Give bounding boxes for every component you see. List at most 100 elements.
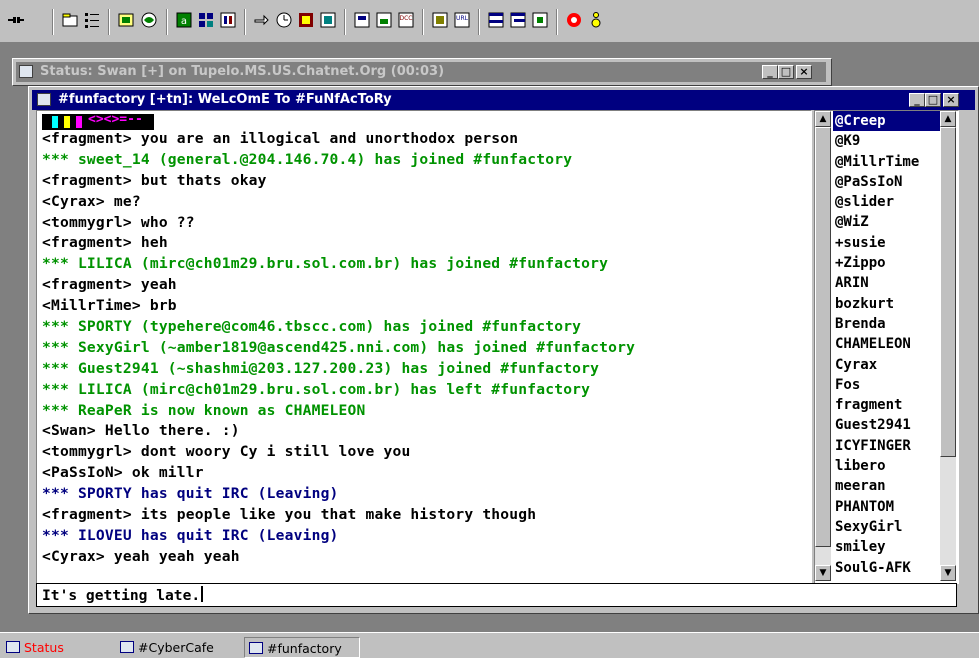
nick-list-item[interactable]: @WiZ	[833, 212, 941, 232]
nick-list-item[interactable]: fragment	[833, 395, 941, 415]
svg-text:a: a	[181, 16, 187, 27]
nick-list-item[interactable]: Cyrax	[833, 355, 941, 375]
topic-banner: <><>=--	[42, 112, 154, 130]
close-button[interactable]: ×	[796, 65, 812, 79]
remote-icon[interactable]	[296, 10, 316, 30]
nick-list-item[interactable]: @Creep	[833, 111, 941, 132]
channel-window-titlebar[interactable]: #funfactory [+tn]: WeLcOmE To #FuNfAcToR…	[32, 90, 975, 110]
nick-list[interactable]: @Creep @K9 @MillrTime @PaSsIoN @slider @WiZ +s…	[814, 110, 959, 584]
scroll-down-button[interactable]: ▼	[815, 565, 831, 581]
channel-window-title: #funfactory [+tn]: WeLcOmE To #FuNfAcToR…	[58, 92, 392, 107]
maximize-button[interactable]: □	[778, 65, 794, 79]
window-icon	[6, 641, 20, 653]
chat-line: *** SPORTY (typehere@com46.tbscc.com) ha…	[42, 318, 582, 336]
nick-list-item[interactable]: Fos	[833, 375, 941, 395]
chat-line: *** ILOVEU has quit IRC (Leaving)	[42, 526, 339, 544]
notify-icon[interactable]	[218, 10, 238, 30]
scripts-icon[interactable]	[139, 10, 159, 30]
status-window-titlebar[interactable]: Status: Swan [+] on Tupelo.MS.US.Chatnet…	[16, 62, 826, 82]
nick-list-item[interactable]: ARIN	[833, 273, 941, 293]
dcc-chat-icon[interactable]	[352, 10, 372, 30]
status-window-title: Status: Swan [+] on Tupelo.MS.US.Chatnet…	[40, 64, 445, 79]
nick-list-item[interactable]: +susie	[833, 233, 941, 253]
nick-list-item[interactable]: smiley	[833, 537, 941, 557]
nick-list-item[interactable]: meeran	[833, 476, 941, 496]
chat-line: <fragment> but thats okay	[42, 171, 267, 189]
scroll-up-button[interactable]: ▲	[940, 111, 956, 127]
tile-vertical-icon[interactable]	[508, 10, 528, 30]
nick-list-item[interactable]: PHANTOM	[833, 497, 941, 517]
address-book-icon[interactable]: a	[174, 10, 194, 30]
chat-line: <fragment> yeah	[42, 276, 177, 294]
message-input[interactable]: It's getting late.	[36, 583, 957, 607]
help-icon[interactable]	[564, 10, 584, 30]
nick-list-item[interactable]: libero	[833, 456, 941, 476]
arrange-icon[interactable]	[530, 10, 550, 30]
task-label: #CyberCafe	[138, 640, 214, 655]
window-icon[interactable]	[37, 93, 51, 106]
connect-icon[interactable]	[6, 10, 26, 30]
options-icon[interactable]	[60, 10, 80, 30]
task-status[interactable]: Status	[2, 637, 96, 658]
scroll-up-button[interactable]: ▲	[815, 111, 831, 127]
nick-list-item[interactable]: bozkurt	[833, 294, 941, 314]
list-channels-icon[interactable]	[82, 10, 102, 30]
nick-list-item[interactable]: Brenda	[833, 314, 941, 334]
chat-line: *** sweet_14 (general.@204.146.70.4) has…	[42, 150, 573, 168]
chat-line: <MillrTime> brb	[42, 297, 177, 315]
chat-line: <Swan> Hello there. :)	[42, 422, 240, 440]
nick-list-item[interactable]: @slider	[833, 192, 941, 212]
about-icon[interactable]	[586, 10, 606, 30]
nick-list-item[interactable]: CHAMELEON	[833, 334, 941, 354]
maximize-button[interactable]: □	[925, 93, 941, 107]
scroll-thumb[interactable]	[940, 127, 956, 457]
svg-text:DCC: DCC	[400, 15, 413, 22]
window-icon	[249, 642, 263, 654]
close-button[interactable]: ×	[943, 93, 959, 107]
task-label: Status	[24, 640, 64, 655]
message-input-text[interactable]: It's getting late.	[42, 586, 204, 604]
finger-icon[interactable]	[252, 10, 272, 30]
status-window[interactable]: Status: Swan [+] on Tupelo.MS.US.Chatnet…	[12, 58, 832, 86]
scroll-down-button[interactable]: ▼	[940, 565, 956, 581]
chat-line: <PaSsIoN> ok millr	[42, 464, 204, 482]
window-taskbar: Status #CyberCafe #funfactory	[0, 632, 979, 658]
window-icon[interactable]	[19, 65, 33, 78]
url-icon[interactable]	[430, 10, 450, 30]
nick-list-item[interactable]: @MillrTime	[833, 152, 941, 172]
channel-folder-icon[interactable]	[116, 10, 136, 30]
nick-list-item[interactable]: Guest2941	[833, 415, 941, 435]
task-cybercafe[interactable]: #CyberCafe	[116, 637, 234, 658]
nick-list-item[interactable]: +Zippo	[833, 253, 941, 273]
svg-text:URL: URL	[456, 15, 469, 22]
timer-icon[interactable]	[274, 10, 294, 30]
url-list-icon[interactable]: URL	[452, 10, 472, 30]
nicklist-left-scrollbar[interactable]: ▲ ▼	[815, 111, 831, 581]
tile-horizontal-icon[interactable]	[486, 10, 506, 30]
text-caret	[201, 586, 204, 602]
task-funfactory[interactable]: #funfactory	[244, 637, 360, 658]
chat-line: *** SPORTY has quit IRC (Leaving)	[42, 485, 339, 503]
notes-icon[interactable]: DCC	[396, 10, 416, 30]
aliases-icon[interactable]	[196, 10, 216, 30]
minimize-button[interactable]: _	[909, 93, 925, 107]
nick-list-item[interactable]: SoulG-AFK	[833, 558, 941, 578]
chat-line: <tommygrl> who ??	[42, 213, 195, 231]
nick-list-item[interactable]: @K9	[833, 131, 941, 151]
task-label: #funfactory	[267, 641, 342, 656]
nicklist-scrollbar[interactable]: ▲ ▼	[940, 111, 956, 581]
scroll-thumb[interactable]	[815, 127, 831, 547]
chat-line: <fragment> you are an illogical and unor…	[42, 130, 519, 147]
nick-list-item[interactable]: ICYFINGER	[833, 436, 941, 456]
nick-list-item[interactable]: @PaSsIoN	[833, 172, 941, 192]
window-icon	[120, 641, 134, 653]
dcc-icon[interactable]	[374, 10, 394, 30]
chat-text-area[interactable]: <><>=-- <fragment> you are an illogical …	[36, 110, 812, 584]
dcc-send-icon[interactable]	[318, 10, 338, 30]
chat-line: *** LILICA (mirc@ch01m29.bru.sol.com.br)…	[42, 380, 591, 398]
minimize-button[interactable]: _	[762, 65, 778, 79]
chat-line: *** SexyGirl (~amber1819@ascend425.nni.c…	[42, 338, 636, 356]
chat-lines: <fragment> you are an illogical and unor…	[42, 129, 635, 568]
nick-list-item[interactable]: SexyGirl	[833, 517, 941, 537]
chat-line: <fragment> heh	[42, 234, 168, 252]
